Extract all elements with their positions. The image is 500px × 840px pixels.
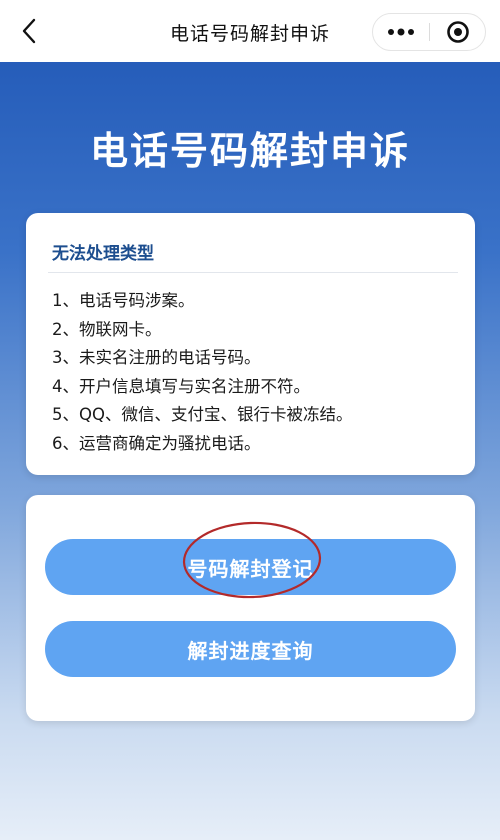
list-item: 4、开户信息填写与实名注册不符。 bbox=[52, 376, 310, 396]
more-button[interactable] bbox=[373, 14, 429, 50]
actions-card: 号码解封登记 解封进度查询 bbox=[26, 495, 475, 721]
more-dots-icon bbox=[388, 28, 414, 36]
list-item: 3、未实名注册的电话号码。 bbox=[52, 348, 261, 367]
query-progress-button[interactable]: 解封进度查询 bbox=[45, 621, 456, 677]
navigation-bar: 电话号码解封申诉 bbox=[0, 0, 500, 62]
list-item: 5、QQ、微信、支付宝、银行卡被冻结。 bbox=[52, 405, 353, 424]
card-title: 无法处理类型 bbox=[52, 244, 154, 264]
register-unblock-button[interactable]: 号码解封登记 bbox=[45, 539, 456, 595]
card-divider bbox=[48, 272, 458, 273]
list-item: 6、运营商确定为骚扰电话。 bbox=[52, 433, 261, 453]
list-item: 2、物联网卡。 bbox=[52, 319, 162, 339]
close-button[interactable] bbox=[430, 14, 486, 50]
mini-program-capsule bbox=[372, 13, 486, 51]
list-item: 1、电话号码涉案。 bbox=[52, 291, 195, 310]
unsupported-types-list: 1、电话号码涉案。 2、物联网卡。 3、未实名注册的电话号码。 4、开户信息填写… bbox=[52, 287, 352, 458]
page-title: 电话号码解封申诉 bbox=[89, 129, 410, 173]
target-circle-icon bbox=[447, 21, 469, 43]
unsupported-types-card: 无法处理类型 1、电话号码涉案。 2、物联网卡。 3、未实名注册的电话号码。 4… bbox=[26, 213, 475, 475]
